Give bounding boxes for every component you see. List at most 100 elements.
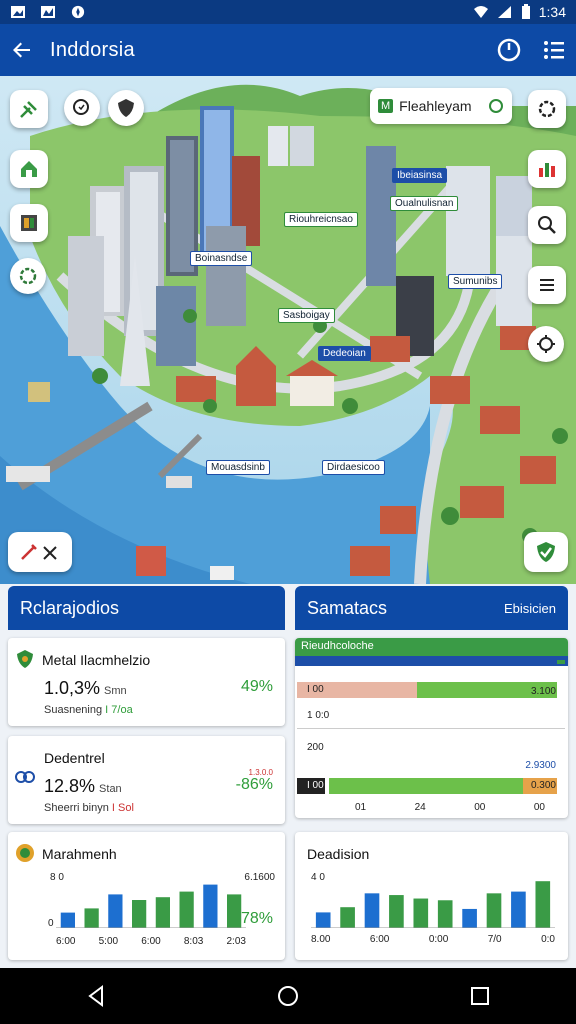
settings-map-button[interactable] [10, 258, 46, 294]
magnify-icon [538, 216, 556, 234]
x-tick-label: 24 [414, 802, 426, 813]
gear-icon [538, 100, 556, 118]
page-title: Inddorsia [50, 38, 135, 61]
home-layer-button[interactable] [10, 150, 48, 188]
map-label[interactable]: Mouasdsinb [206, 460, 270, 475]
map-search-chip[interactable]: M Fleahleyam [370, 88, 512, 124]
settings-button[interactable] [528, 90, 566, 128]
metric-card[interactable]: Dedentrel 12.8% Stan 1.3.0.0 -86% Sheerri… [8, 736, 285, 824]
bar [315, 912, 331, 928]
metric-card[interactable]: Metal Ilacmhelzio 1.0,3% Smn 49% Suasneni… [8, 638, 285, 726]
shield-badge-icon [17, 650, 33, 668]
chart-card[interactable]: Deadision 4 0 8.00 6:00 0:00 7/0 0:0 [295, 832, 568, 960]
left-panel-header[interactable]: Rclarajodios [8, 586, 285, 630]
zoom-search-button[interactable] [528, 206, 566, 244]
row-label: I 00 [307, 684, 324, 695]
bar [413, 898, 429, 928]
bar-chart-icon [539, 163, 555, 177]
x-tick-label: 8.00 [311, 934, 331, 945]
left-bar-chart [56, 884, 246, 928]
x-tick-label: 00 [533, 802, 545, 813]
signal-icon [497, 6, 511, 18]
card-note-value: I 7/oa [105, 704, 133, 716]
y-axis-bottom: 0 [48, 918, 54, 929]
tools-button[interactable] [10, 90, 48, 128]
refresh-icon[interactable] [496, 37, 522, 63]
loop-icon [15, 771, 35, 783]
x-tick-label: 6:00 [56, 936, 76, 947]
arrow-left-icon[interactable] [10, 38, 34, 62]
map-label[interactable]: Boinasndse [190, 251, 253, 266]
x-tick-label: 2:03 [226, 936, 246, 947]
search-map-button[interactable] [64, 90, 100, 126]
map-label[interactable]: Sumunibs [448, 274, 503, 289]
layers-button[interactable] [10, 204, 48, 242]
x-axis-labels: 01 24 00 00 [355, 802, 545, 813]
y-axis-right: 6.1600 [244, 872, 275, 883]
bar [486, 893, 502, 928]
shield-button[interactable] [108, 90, 144, 126]
search-icon [73, 99, 89, 115]
menu-icon[interactable] [542, 38, 566, 62]
card-value: 1.0,3% Smn [44, 678, 127, 699]
row-value: 3.100 [530, 686, 556, 697]
stats-button[interactable] [528, 150, 566, 188]
row-label: 1 0:0 [307, 710, 330, 721]
home-nav-icon[interactable] [276, 984, 300, 1008]
map-label[interactable]: Sasboigay [278, 308, 335, 323]
measure-icon [21, 544, 57, 560]
bar [340, 907, 355, 928]
back-nav-icon[interactable] [84, 984, 108, 1008]
left-panel-title: Rclarajodios [20, 597, 120, 618]
row-value: 0.300 [530, 780, 556, 791]
gear-icon [19, 267, 37, 285]
bar [179, 891, 194, 928]
city-map-scene [0, 76, 576, 584]
card-value-text: 1.0,3% [44, 678, 101, 698]
x-tick-label: 5:00 [98, 936, 119, 947]
right-panel-header[interactable]: Samatacs Ebisicien [295, 586, 568, 630]
confirm-button[interactable] [524, 532, 568, 572]
list-button[interactable] [528, 266, 566, 304]
bar [389, 895, 404, 928]
bar [203, 884, 218, 928]
map-chip-label: Fleahleyam [399, 98, 472, 114]
system-nav-bar [0, 968, 576, 1024]
location-button[interactable] [528, 326, 564, 362]
bar-row-fill [329, 778, 523, 794]
bar [60, 912, 75, 928]
map-label[interactable]: Riouhreicnsao [284, 212, 358, 227]
x-axis-labels: 6:00 5:00 6:00 8:03 2:03 [56, 936, 246, 947]
card-title: Rieudhcoloche [295, 638, 568, 656]
card-note-prefix: Suasnening [44, 704, 103, 716]
card-note-value: I Sol [111, 802, 134, 814]
list-icon [540, 279, 554, 291]
card-value-text: 12.8% [44, 776, 96, 796]
recents-nav-icon[interactable] [468, 984, 492, 1008]
measure-button[interactable] [8, 532, 72, 572]
x-tick-label: 01 [355, 802, 367, 813]
card-note: Suasnening I 7/oa [44, 704, 133, 716]
map-chip-badge: M [378, 99, 394, 113]
chart-card[interactable]: Marahmenh 8 0 0 6.1600 78% 6:00 5:00 6:00 8… [8, 832, 285, 960]
city-map[interactable]: M Fleahleyam Ibeiasinsa Boinasndse Riouh… [0, 76, 576, 584]
x-tick-label: 0:0 [541, 934, 555, 945]
map-label[interactable]: Dedeoian [318, 346, 371, 361]
x-tick-label: 8:03 [183, 936, 204, 947]
row-label: 200 [307, 742, 324, 753]
right-bar-chart [311, 881, 555, 928]
x-tick-label: 0:00 [428, 934, 449, 945]
card-unit: Smn [104, 685, 127, 697]
x-tick-label: 7/0 [487, 934, 502, 945]
map-label[interactable]: Oualnulisnan [390, 196, 459, 211]
wifi-icon [473, 6, 488, 18]
card-note: Sheerri binyn I Sol [44, 802, 134, 814]
check-shield-icon [537, 542, 555, 562]
card-unit: Stan [99, 783, 122, 795]
row-value: 2.9300 [525, 760, 556, 771]
home-icon [21, 161, 37, 177]
map-label[interactable]: Ibeiasinsa [392, 168, 448, 183]
bar-table-card[interactable]: Rieudhcoloche I 00 3.100 1 0:0 200 2.930… [295, 638, 568, 818]
bar [132, 900, 147, 928]
map-label[interactable]: Dirdaesicoo [322, 460, 385, 475]
